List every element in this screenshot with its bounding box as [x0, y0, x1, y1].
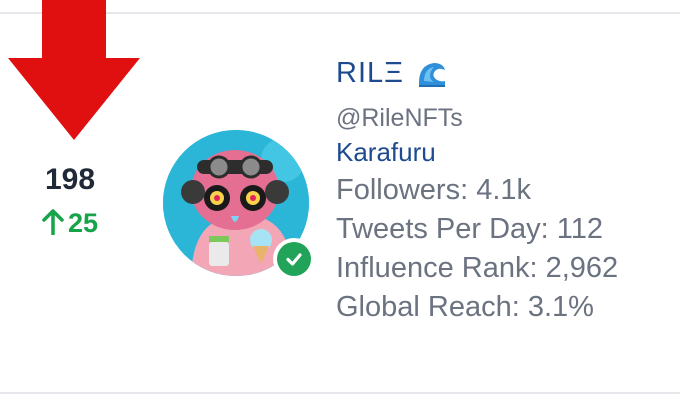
profile-handle: @RileNFTs — [336, 104, 463, 132]
global-reach-stat: Global Reach: 3.1% — [336, 291, 594, 323]
tweets-per-day-stat: Tweets Per Day: 112 — [336, 213, 604, 245]
arrow-up-icon — [42, 209, 64, 235]
wave-icon — [415, 57, 448, 89]
rank-value: 198 — [44, 163, 96, 196]
rank-change: 25 — [0, 208, 140, 239]
influencer-card: 198 25 RILΞ @RileNFTs Karafuru Followers… — [0, 0, 680, 402]
profile-avatar-container[interactable] — [163, 130, 315, 280]
down-arrow-icon — [8, 0, 140, 140]
profile-name-link[interactable]: RILΞ — [336, 57, 404, 90]
bottom-divider — [0, 392, 680, 394]
check-icon — [286, 253, 302, 266]
influence-rank-stat: Influence Rank: 2,962 — [336, 252, 619, 284]
verified-badge — [273, 238, 315, 280]
rank-change-value: 25 — [67, 208, 99, 238]
name-row: RILΞ — [336, 52, 676, 94]
followers-stat: Followers: 4.1k — [336, 174, 532, 206]
project-link[interactable]: Karafuru — [336, 137, 676, 168]
profile-info: RILΞ @RileNFTs Karafuru Followers: 4.1k … — [336, 52, 676, 324]
